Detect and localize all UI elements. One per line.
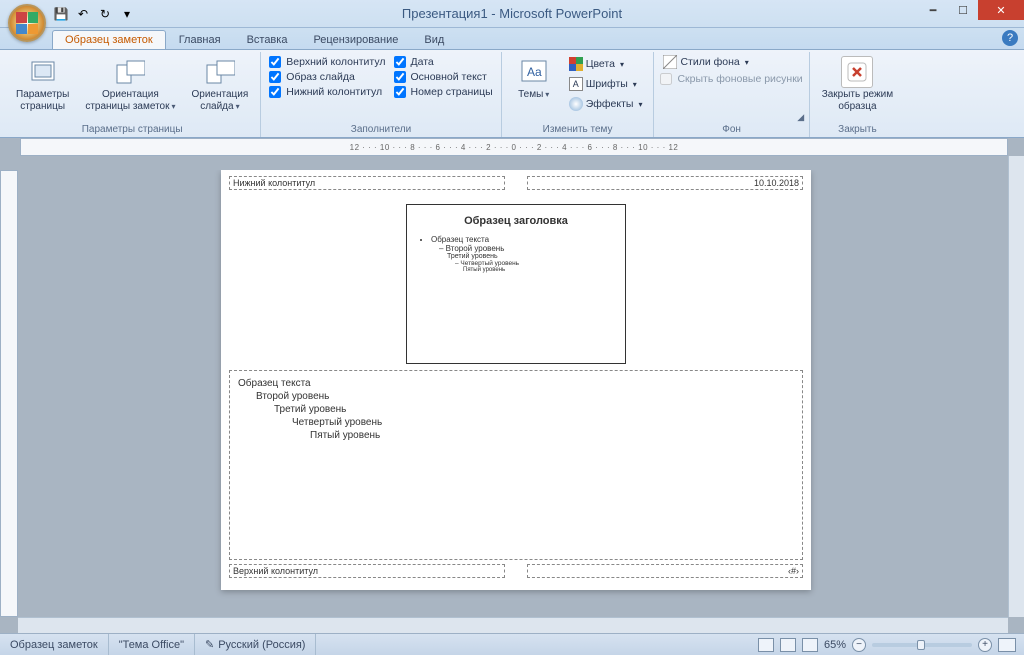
group-close: Закрыть режим образца Закрыть [810,52,905,137]
page-setup-icon [27,56,59,88]
help-icon[interactable]: ? [1002,30,1018,46]
notes-l5: Пятый уровень [238,429,794,442]
tab-home[interactable]: Главная [166,30,234,49]
notes-orientation-button[interactable]: Ориентация страницы заметок [79,54,181,114]
fonts-button[interactable]: AШрифты▾ [566,76,646,92]
spellcheck-icon: ✎ [205,638,214,651]
footer-placeholder[interactable]: Нижний колонтитул [229,176,505,190]
horizontal-scrollbar[interactable] [18,617,1008,633]
svg-text:Aa: Aa [527,65,542,79]
status-language[interactable]: ✎Русский (Россия) [195,634,317,655]
slide-orientation-icon [204,56,236,88]
vertical-ruler[interactable] [0,170,18,617]
close-button[interactable]: ✕ [978,0,1024,20]
slide-text-l1: Образец текста [431,235,615,244]
fonts-icon: A [569,77,583,91]
ribbon-tabs: Образец заметок Главная Вставка Рецензир… [0,28,1024,50]
group-label: Параметры страницы [10,123,254,137]
check-page-number[interactable]: Номер страницы [394,86,493,98]
tab-notes-master[interactable]: Образец заметок [52,30,166,49]
zoom-level[interactable]: 65% [824,639,846,651]
tab-insert[interactable]: Вставка [234,30,301,49]
tab-view[interactable]: Вид [411,30,457,49]
group-label: Закрыть [816,123,899,137]
check-date[interactable]: Дата [394,56,493,68]
header-placeholder[interactable]: Верхний колонтитул [229,564,505,578]
group-page-params: Параметры страницы Ориентация страницы з… [4,52,261,137]
group-theme: Aa Темы Цвета▾ AШрифты▾ Эффекты▾ Изменит… [502,52,655,137]
background-styles-icon [663,55,677,69]
page-number-placeholder[interactable]: ‹#› [527,564,803,578]
canvas[interactable]: Нижний колонтитул 10.10.2018 Образец заг… [30,170,1002,613]
minimize-button[interactable]: ━ [918,0,948,20]
horizontal-ruler[interactable]: 12 · · · 10 · · · 8 · · · 6 · · · 4 · · … [20,138,1008,156]
ribbon: Параметры страницы Ориентация страницы з… [0,50,1024,138]
close-master-button[interactable]: Закрыть режим образца [816,54,899,114]
titlebar: 💾 ↶ ↻ ▾ Презентация1 - Microsoft PowerPo… [0,0,1024,28]
group-label: Заполнители [267,123,494,137]
close-master-icon [841,56,873,88]
statusbar: Образец заметок "Тема Office" ✎Русский (… [0,633,1024,655]
workspace: 12 · · · 10 · · · 8 · · · 6 · · · 4 · · … [0,138,1024,633]
slide-orientation-button[interactable]: Ориентация слайда [186,54,255,114]
slide-text-l2: Второй уровень [439,244,615,253]
qat-more-icon[interactable]: ▾ [118,5,136,23]
notes-orientation-icon [114,56,146,88]
tab-review[interactable]: Рецензирование [300,30,411,49]
hide-background-check[interactable]: Скрыть фоновые рисунки [660,73,802,85]
check-footer[interactable]: Нижний колонтитул [269,86,385,98]
notes-l4: Четвертый уровень [238,416,794,429]
colors-button[interactable]: Цвета▾ [566,56,646,72]
effects-button[interactable]: Эффекты▾ [566,96,646,112]
office-button[interactable] [8,4,46,42]
group-background: Стили фона▾ Скрыть фоновые рисунки Фон ◢ [654,52,809,137]
status-master[interactable]: Образец заметок [0,634,109,655]
view-normal-button[interactable] [758,638,774,652]
check-header[interactable]: Верхний колонтитул [269,56,385,68]
save-icon[interactable]: 💾 [52,5,70,23]
zoom-slider[interactable] [872,643,972,647]
notes-master-page[interactable]: Нижний колонтитул 10.10.2018 Образец заг… [221,170,811,590]
fit-window-button[interactable] [998,638,1016,652]
themes-button[interactable]: Aa Темы [508,54,560,103]
page-setup-button[interactable]: Параметры страницы [10,54,75,114]
notes-body-placeholder[interactable]: Образец текста Второй уровень Третий уро… [229,370,803,560]
view-slideshow-button[interactable] [802,638,818,652]
date-placeholder[interactable]: 10.10.2018 [527,176,803,190]
maximize-button[interactable]: ☐ [948,0,978,20]
check-body[interactable]: Основной текст [394,71,493,83]
colors-icon [569,57,583,71]
notes-l3: Третий уровень [238,403,794,416]
slide-title: Образец заголовка [417,215,615,227]
slide-text-l5: Пятый уровень [463,267,615,273]
background-styles-button[interactable]: Стили фона▾ [660,54,751,70]
window-controls: ━ ☐ ✕ [918,0,1024,20]
group-label: Изменить тему [508,123,648,137]
undo-icon[interactable]: ↶ [74,5,92,23]
zoom-out-button[interactable]: − [852,638,866,652]
vertical-scrollbar[interactable] [1008,156,1024,617]
redo-icon[interactable]: ↻ [96,5,114,23]
notes-l2: Второй уровень [238,390,794,403]
slide-text-l4: Четвертый уровень [455,260,615,267]
slide-image-placeholder[interactable]: Образец заголовка Образец текста Второй … [406,204,626,364]
check-slide-image[interactable]: Образ слайда [269,71,385,83]
view-sorter-button[interactable] [780,638,796,652]
notes-l1: Образец текста [238,377,794,390]
effects-icon [569,97,583,111]
quick-access-toolbar: 💾 ↶ ↻ ▾ [52,5,136,23]
themes-icon: Aa [518,56,550,88]
zoom-in-button[interactable]: + [978,638,992,652]
group-placeholders: Верхний колонтитул Образ слайда Нижний к… [261,52,501,137]
group-label: Фон [660,123,802,137]
status-theme[interactable]: "Тема Office" [109,634,195,655]
slide-text-l3: Третий уровень [447,253,615,260]
background-dialog-launcher[interactable]: ◢ [795,111,807,123]
window-title: Презентация1 - Microsoft PowerPoint [402,6,622,21]
